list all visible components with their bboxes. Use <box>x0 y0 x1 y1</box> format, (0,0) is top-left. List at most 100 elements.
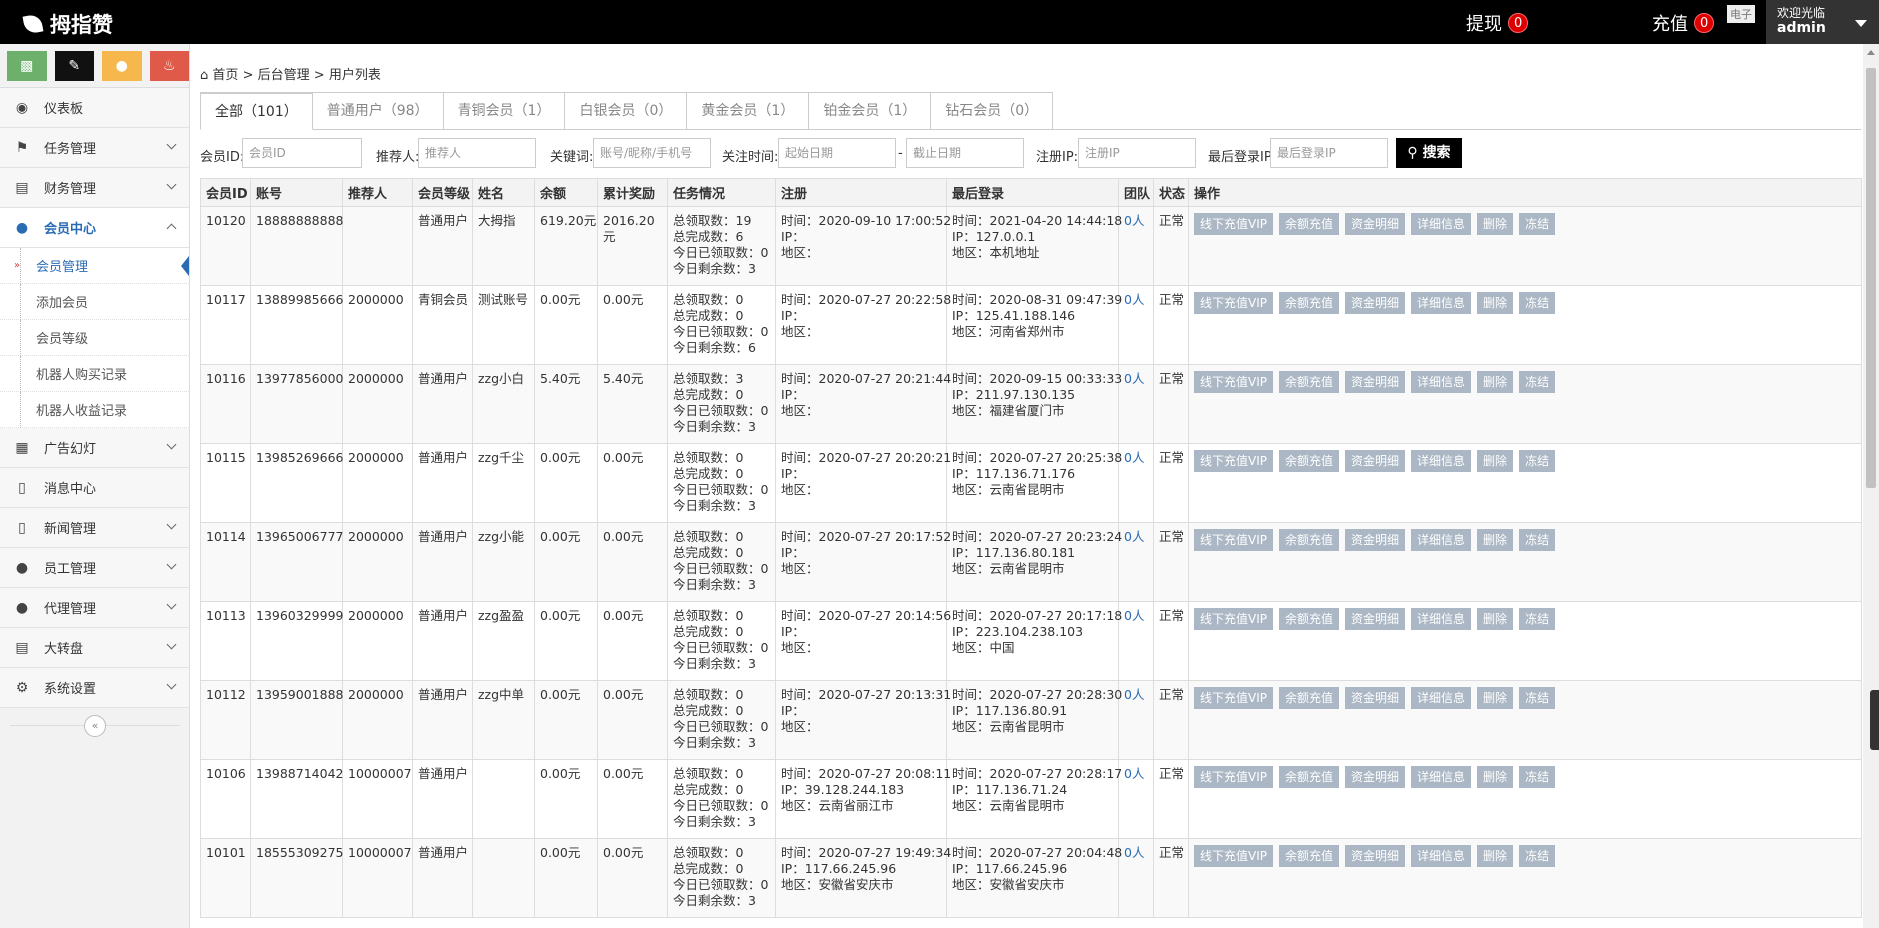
team-link[interactable]: 0人 <box>1124 529 1144 544</box>
scroll-thumb[interactable] <box>1866 68 1876 488</box>
recharge-link[interactable]: 充值 0 <box>1652 10 1715 36</box>
freeze-button[interactable]: 冻结 <box>1519 371 1556 393</box>
tab-gold[interactable]: 黄金会员（1） <box>687 92 810 130</box>
team-link[interactable]: 0人 <box>1124 213 1144 228</box>
submenu-robot-earnings[interactable]: 机器人收益记录 <box>0 392 189 428</box>
delete-button[interactable]: 删除 <box>1477 845 1514 867</box>
app-logo[interactable]: 拇指赞 <box>22 9 113 39</box>
offline-vip-recharge-button[interactable]: 线下充值VIP <box>1194 529 1273 551</box>
offline-vip-recharge-button[interactable]: 线下充值VIP <box>1194 213 1273 235</box>
details-button[interactable]: 详细信息 <box>1411 608 1472 630</box>
last-ip-input[interactable]: 最后登录IP <box>1270 138 1388 168</box>
delete-button[interactable]: 删除 <box>1477 292 1514 314</box>
delete-button[interactable]: 删除 <box>1477 608 1514 630</box>
details-button[interactable]: 详细信息 <box>1411 845 1472 867</box>
users-icon[interactable]: ● <box>102 51 142 81</box>
sidebar-item-members[interactable]: ● 会员中心 <box>0 208 189 248</box>
freeze-button[interactable]: 冻结 <box>1519 766 1556 788</box>
freeze-button[interactable]: 冻结 <box>1519 845 1556 867</box>
user-menu[interactable]: 欢迎光临 admin <box>1766 0 1879 44</box>
balance-recharge-button[interactable]: 余额充值 <box>1279 766 1340 788</box>
team-link[interactable]: 0人 <box>1124 371 1144 386</box>
team-link[interactable]: 0人 <box>1124 845 1144 860</box>
delete-button[interactable]: 删除 <box>1477 450 1514 472</box>
sidebar-item-wheel[interactable]: ▤ 大转盘 <box>0 628 189 668</box>
sidebar-item-staff[interactable]: ● 员工管理 <box>0 548 189 588</box>
sidebar-item-agents[interactable]: ● 代理管理 <box>0 588 189 628</box>
fund-details-button[interactable]: 资金明细 <box>1345 292 1406 314</box>
freeze-button[interactable]: 冻结 <box>1519 529 1556 551</box>
submenu-robot-purchases[interactable]: 机器人购买记录 <box>0 356 189 392</box>
details-button[interactable]: 详细信息 <box>1411 292 1472 314</box>
sidebar-collapse-button[interactable]: « <box>0 712 190 740</box>
details-button[interactable]: 详细信息 <box>1411 687 1472 709</box>
submenu-member-levels[interactable]: 会员等级 <box>0 320 189 356</box>
fund-details-button[interactable]: 资金明细 <box>1345 213 1406 235</box>
freeze-button[interactable]: 冻结 <box>1519 292 1556 314</box>
sidebar-item-news[interactable]: ▯ 新闻管理 <box>0 508 189 548</box>
fund-details-button[interactable]: 资金明细 <box>1345 529 1406 551</box>
sidebar-item-tasks[interactable]: ⚑ 任务管理 <box>0 128 189 168</box>
pencil-icon[interactable]: ✎ <box>54 51 94 81</box>
submenu-add-member[interactable]: 添加会员 <box>0 284 189 320</box>
balance-recharge-button[interactable]: 余额充值 <box>1279 529 1340 551</box>
offline-vip-recharge-button[interactable]: 线下充值VIP <box>1194 687 1273 709</box>
delete-button[interactable]: 删除 <box>1477 766 1514 788</box>
freeze-button[interactable]: 冻结 <box>1519 608 1556 630</box>
tab-bronze[interactable]: 青铜会员（1） <box>443 92 566 130</box>
balance-recharge-button[interactable]: 余额充值 <box>1279 687 1340 709</box>
tab-all[interactable]: 全部（101） <box>200 92 313 130</box>
breadcrumb-home[interactable]: 首页 <box>212 68 238 83</box>
end-date-input[interactable]: 截止日期 <box>906 138 1024 168</box>
balance-recharge-button[interactable]: 余额充值 <box>1279 450 1340 472</box>
fund-details-button[interactable]: 资金明细 <box>1345 450 1406 472</box>
start-date-input[interactable]: 起始日期 <box>778 138 896 168</box>
offline-vip-recharge-button[interactable]: 线下充值VIP <box>1194 371 1273 393</box>
details-button[interactable]: 详细信息 <box>1411 213 1472 235</box>
freeze-button[interactable]: 冻结 <box>1519 213 1556 235</box>
offline-vip-recharge-button[interactable]: 线下充值VIP <box>1194 450 1273 472</box>
balance-recharge-button[interactable]: 余额充值 <box>1279 608 1340 630</box>
tab-platinum[interactable]: 铂金会员（1） <box>809 92 932 130</box>
tab-silver[interactable]: 白银会员（0） <box>565 92 688 130</box>
sidebar-item-messages[interactable]: ▯ 消息中心 <box>0 468 189 508</box>
team-link[interactable]: 0人 <box>1124 766 1144 781</box>
offline-vip-recharge-button[interactable]: 线下充值VIP <box>1194 845 1273 867</box>
vertical-scrollbar[interactable] <box>1863 44 1879 928</box>
delete-button[interactable]: 删除 <box>1477 529 1514 551</box>
details-button[interactable]: 详细信息 <box>1411 766 1472 788</box>
offline-vip-recharge-button[interactable]: 线下充值VIP <box>1194 766 1273 788</box>
team-link[interactable]: 0人 <box>1124 450 1144 465</box>
balance-recharge-button[interactable]: 余额充值 <box>1279 845 1340 867</box>
scroll-up-icon[interactable] <box>1867 50 1875 55</box>
fund-details-button[interactable]: 资金明细 <box>1345 371 1406 393</box>
details-button[interactable]: 详细信息 <box>1411 529 1472 551</box>
sidebar-item-dashboard[interactable]: ◉ 仪表板 <box>0 88 189 128</box>
submenu-member-management[interactable]: » 会员管理 <box>0 248 189 284</box>
offline-vip-recharge-button[interactable]: 线下充值VIP <box>1194 292 1273 314</box>
details-button[interactable]: 详细信息 <box>1411 450 1472 472</box>
details-button[interactable]: 详细信息 <box>1411 371 1472 393</box>
balance-recharge-button[interactable]: 余额充值 <box>1279 292 1340 314</box>
signal-icon[interactable]: ▩ <box>7 51 47 81</box>
sidebar-item-settings[interactable]: ⚙ 系统设置 <box>0 668 189 708</box>
team-link[interactable]: 0人 <box>1124 608 1144 623</box>
sidebar-item-finance[interactable]: ▤ 财务管理 <box>0 168 189 208</box>
bell-icon[interactable]: ♨ <box>149 51 189 81</box>
member-id-input[interactable]: 会员ID <box>242 138 362 168</box>
balance-recharge-button[interactable]: 余额充值 <box>1279 213 1340 235</box>
fund-details-button[interactable]: 资金明细 <box>1345 608 1406 630</box>
delete-button[interactable]: 删除 <box>1477 371 1514 393</box>
referrer-input[interactable]: 推荐人 <box>418 138 536 168</box>
sidebar-item-ads[interactable]: ▦ 广告幻灯 <box>0 428 189 468</box>
freeze-button[interactable]: 冻结 <box>1519 687 1556 709</box>
fund-details-button[interactable]: 资金明细 <box>1345 687 1406 709</box>
keyword-input[interactable]: 账号/昵称/手机号 <box>593 138 711 168</box>
team-link[interactable]: 0人 <box>1124 687 1144 702</box>
tab-regular[interactable]: 普通用户（98） <box>312 92 444 130</box>
breadcrumb-admin[interactable]: 后台管理 <box>258 68 310 83</box>
fund-details-button[interactable]: 资金明细 <box>1345 845 1406 867</box>
tab-diamond[interactable]: 钻石会员（0） <box>931 92 1054 130</box>
delete-button[interactable]: 删除 <box>1477 213 1514 235</box>
withdraw-link[interactable]: 提现 0 <box>1466 10 1529 36</box>
